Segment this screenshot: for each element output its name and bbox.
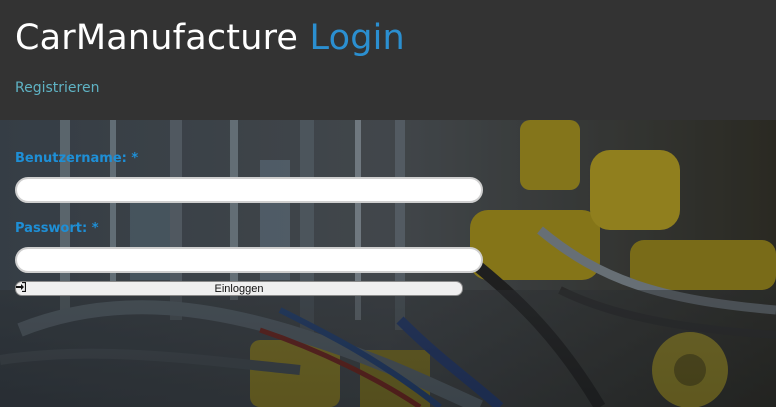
password-input[interactable] — [15, 247, 483, 273]
password-label: Passwort: * — [15, 221, 99, 236]
page-title-accent: Login — [309, 18, 405, 58]
background-image: Benutzername: * Passwort: * Einloggen — [0, 120, 776, 407]
top-header: CarManufacture Login Registrieren — [0, 0, 776, 120]
register-link[interactable]: Registrieren — [15, 80, 99, 96]
username-label: Benutzername: * — [15, 151, 139, 166]
page-title-main: CarManufacture — [15, 18, 299, 58]
page-title: CarManufacture Login — [15, 18, 405, 58]
sign-in-icon — [16, 282, 26, 292]
login-button[interactable]: Einloggen — [15, 281, 463, 296]
login-button-label: Einloggen — [214, 282, 264, 295]
username-input[interactable] — [15, 177, 483, 203]
